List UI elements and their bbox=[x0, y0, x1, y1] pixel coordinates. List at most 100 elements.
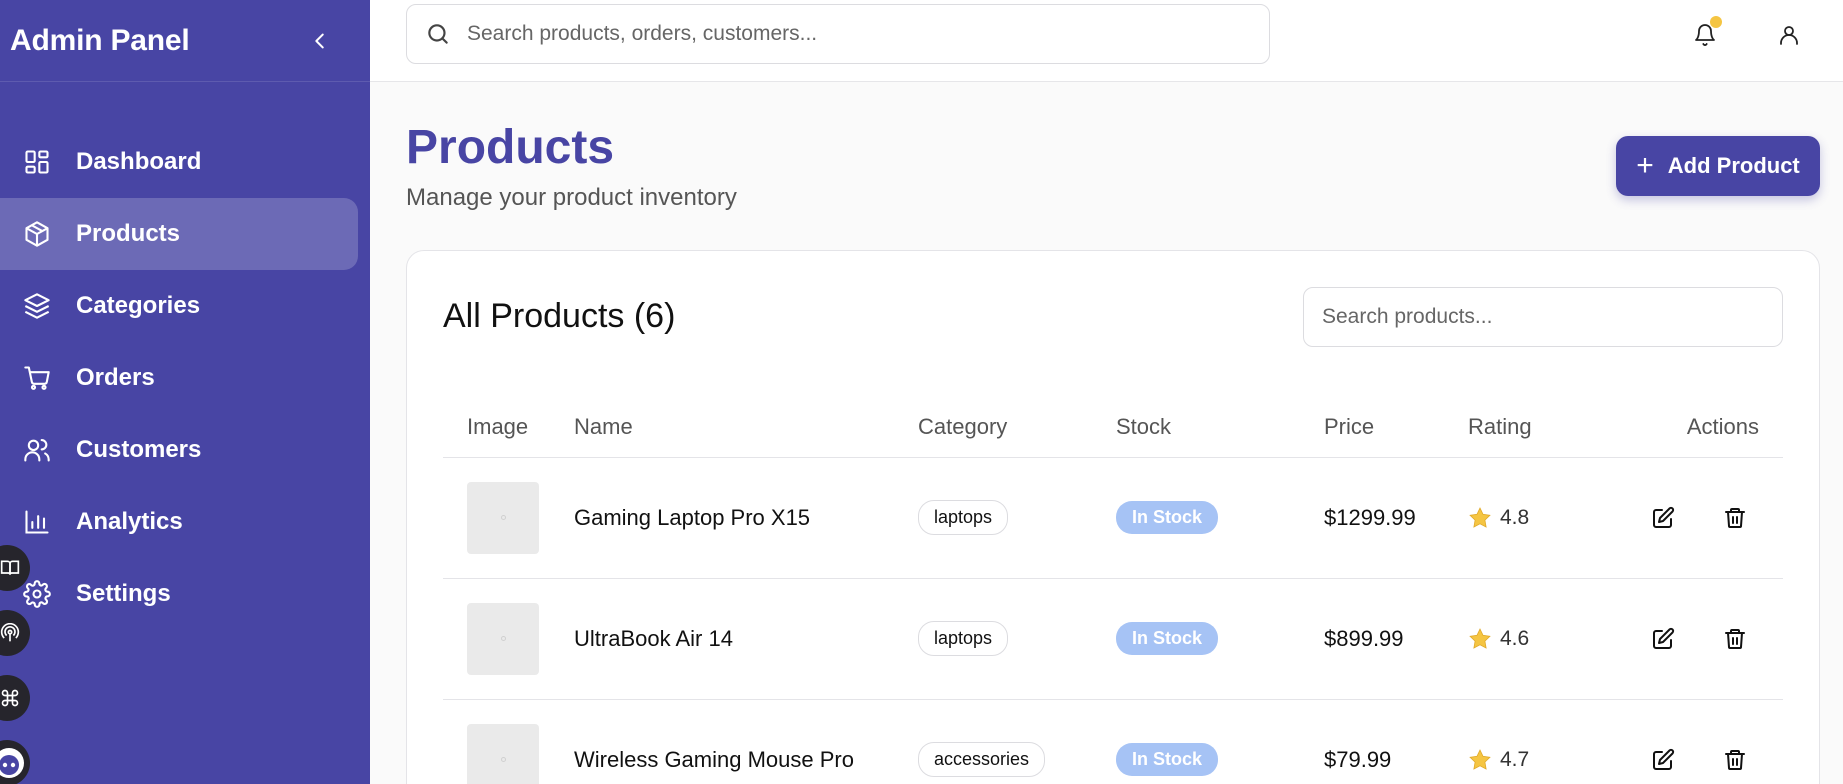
sidebar-item-settings[interactable]: Settings bbox=[0, 558, 358, 630]
product-rating: 4.8 bbox=[1468, 506, 1618, 530]
sidebar-item-label: Products bbox=[76, 220, 181, 247]
app-root: Admin Panel Dashboard Products Categorie… bbox=[0, 0, 1843, 784]
sidebar-item-products[interactable]: Products bbox=[0, 198, 358, 270]
category-tag: laptops bbox=[918, 500, 1009, 535]
stock-badge: In Stock bbox=[1116, 622, 1219, 655]
table-row: UltraBook Air 14 laptops In Stock $899.9… bbox=[443, 578, 1783, 700]
product-name: Gaming Laptop Pro X15 bbox=[574, 504, 811, 530]
sidebar-item-label: Settings bbox=[76, 580, 171, 607]
table-header-row: Image Name Category Stock Price Rating A… bbox=[443, 397, 1783, 458]
search-icon bbox=[428, 24, 448, 44]
products-table: Image Name Category Stock Price Rating A… bbox=[443, 397, 1783, 784]
rating-value: 4.6 bbox=[1500, 626, 1530, 650]
robot-face-icon bbox=[0, 748, 24, 778]
column-header-stock: Stock bbox=[1116, 397, 1324, 458]
products-card: All Products (6) Image Name Category Sto… bbox=[406, 250, 1820, 784]
sidebar-item-label: Dashboard bbox=[76, 148, 202, 175]
page-header: Products Manage your product inventory bbox=[406, 120, 737, 212]
table-row: Wireless Gaming Mouse Pro accessories In… bbox=[443, 699, 1783, 784]
sidebar-item-label: Categories bbox=[76, 292, 201, 319]
product-price: $1299.99 bbox=[1324, 504, 1416, 530]
add-product-label: Add Product bbox=[1667, 153, 1800, 178]
top-bar bbox=[370, 0, 1843, 82]
product-image-placeholder bbox=[467, 481, 539, 554]
chevron-left-icon bbox=[315, 33, 324, 48]
page-subtitle: Manage your product inventory bbox=[406, 184, 737, 211]
sidebar-item-label: Orders bbox=[76, 364, 155, 391]
sidebar-item-label: Analytics bbox=[76, 508, 183, 535]
row-actions bbox=[1618, 746, 1783, 774]
floating-toolbar bbox=[0, 545, 30, 784]
sidebar-item-analytics[interactable]: Analytics bbox=[0, 486, 358, 558]
product-search-input[interactable] bbox=[1303, 287, 1783, 347]
app-title: Admin Panel bbox=[10, 23, 190, 57]
edit-button[interactable] bbox=[1649, 504, 1677, 532]
category-tag: laptops bbox=[918, 621, 1009, 656]
add-product-button[interactable]: + Add Product bbox=[1616, 136, 1820, 196]
product-image-placeholder bbox=[467, 602, 539, 675]
product-price: $79.99 bbox=[1324, 746, 1392, 772]
column-header-name: Name bbox=[574, 397, 918, 458]
sidebar-item-label: Customers bbox=[76, 436, 202, 463]
product-price: $899.99 bbox=[1324, 625, 1404, 651]
edit-icon bbox=[1653, 506, 1675, 528]
plus-icon: + bbox=[1636, 149, 1654, 182]
dashboard-icon bbox=[22, 147, 52, 177]
column-header-category: Category bbox=[918, 397, 1116, 458]
book-icon bbox=[0, 560, 20, 575]
edit-button[interactable] bbox=[1649, 746, 1677, 774]
column-header-image: Image bbox=[443, 397, 574, 458]
sidebar-header: Admin Panel bbox=[0, 0, 370, 82]
row-actions bbox=[1618, 504, 1783, 532]
command-icon bbox=[1, 689, 19, 707]
command-tool-button[interactable] bbox=[0, 675, 30, 721]
user-menu-button[interactable] bbox=[1774, 20, 1804, 50]
cart-icon bbox=[22, 363, 52, 393]
sidebar-item-customers[interactable]: Customers bbox=[0, 414, 358, 486]
delete-button[interactable] bbox=[1721, 746, 1749, 774]
row-actions bbox=[1618, 625, 1783, 653]
sidebar-item-categories[interactable]: Categories bbox=[0, 270, 358, 342]
edit-icon bbox=[1653, 627, 1675, 649]
category-tag: accessories bbox=[918, 742, 1046, 777]
column-header-price: Price bbox=[1324, 397, 1468, 458]
user-icon bbox=[1780, 26, 1798, 45]
collapse-sidebar-button[interactable] bbox=[306, 27, 334, 55]
notification-dot bbox=[1710, 16, 1722, 28]
column-header-rating: Rating bbox=[1468, 397, 1618, 458]
star-icon bbox=[1468, 748, 1492, 772]
product-name: UltraBook Air 14 bbox=[574, 625, 733, 651]
global-search-input[interactable] bbox=[467, 22, 1247, 46]
notifications-button[interactable] bbox=[1690, 16, 1722, 50]
column-header-actions: Actions bbox=[1618, 397, 1783, 458]
trash-icon bbox=[1725, 749, 1745, 770]
broadcast-icon bbox=[0, 623, 20, 642]
assistant-avatar-button[interactable] bbox=[0, 740, 30, 784]
delete-button[interactable] bbox=[1721, 625, 1749, 653]
delete-button[interactable] bbox=[1721, 504, 1749, 532]
broadcast-tool-button[interactable] bbox=[0, 610, 30, 656]
trash-icon bbox=[1725, 507, 1745, 528]
layers-icon bbox=[22, 291, 52, 321]
product-rating: 4.6 bbox=[1468, 627, 1618, 651]
sidebar-nav: Dashboard Products Categories Orders Cus… bbox=[0, 82, 370, 630]
product-name: Wireless Gaming Mouse Pro bbox=[574, 746, 854, 772]
stock-badge: In Stock bbox=[1116, 743, 1219, 776]
users-icon bbox=[22, 435, 52, 465]
sidebar: Admin Panel Dashboard Products Categorie… bbox=[0, 0, 370, 784]
main-content: Products Manage your product inventory +… bbox=[370, 0, 1843, 784]
sidebar-item-orders[interactable]: Orders bbox=[0, 342, 358, 414]
sidebar-item-dashboard[interactable]: Dashboard bbox=[0, 126, 358, 198]
page-title: Products bbox=[406, 121, 615, 174]
star-icon bbox=[1468, 506, 1492, 530]
card-title: All Products (6) bbox=[443, 297, 676, 335]
edit-button[interactable] bbox=[1649, 625, 1677, 653]
product-rating: 4.7 bbox=[1468, 748, 1618, 772]
stock-badge: In Stock bbox=[1116, 501, 1219, 534]
book-tool-button[interactable] bbox=[0, 545, 30, 591]
star-icon bbox=[1468, 627, 1492, 651]
trash-icon bbox=[1725, 628, 1745, 649]
rating-value: 4.7 bbox=[1500, 747, 1530, 771]
table-row: Gaming Laptop Pro X15 laptops In Stock $… bbox=[443, 457, 1783, 579]
rating-value: 4.8 bbox=[1500, 505, 1530, 529]
